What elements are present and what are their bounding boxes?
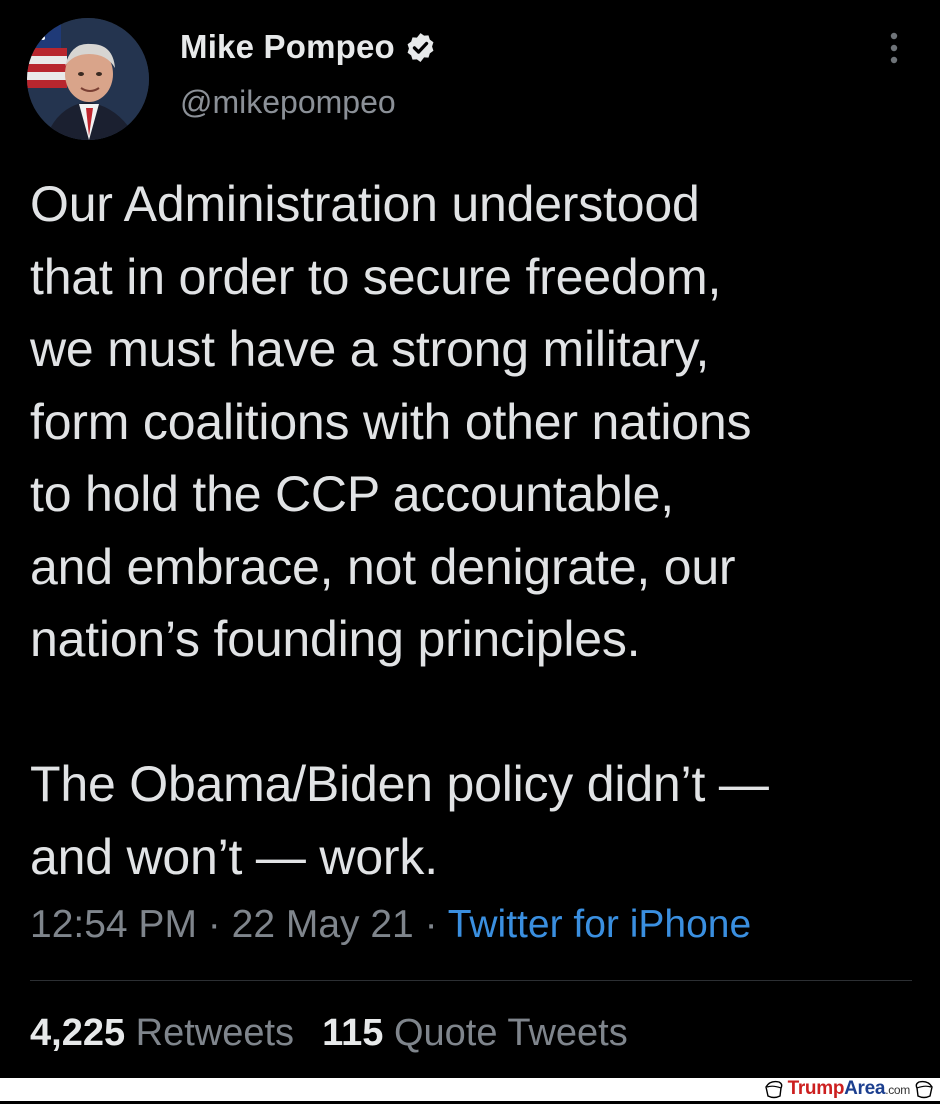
tweet-source-link[interactable]: Twitter for iPhone (448, 903, 751, 946)
tweet-date: 22 May 21 (231, 903, 414, 946)
trump-hair-icon (914, 1079, 934, 1099)
display-name[interactable]: Mike Pompeo (180, 28, 395, 66)
meta-separator: · (207, 903, 221, 946)
divider (30, 980, 912, 981)
meta-separator: · (424, 903, 438, 946)
watermark: TrumpArea.com (764, 1077, 934, 1101)
tweet-stats: 4,225 Retweets 115 Quote Tweets (30, 1012, 628, 1055)
tweet-time: 12:54 PM (30, 903, 197, 946)
tweet-text: Our Administration understood that in or… (30, 176, 769, 885)
watermark-domain: .com (885, 1083, 910, 1097)
retweets-label: Retweets (135, 1012, 295, 1054)
verified-badge-icon (404, 31, 437, 64)
tweet-meta: 12:54 PM · 22 May 21 · Twitter for iPhon… (30, 903, 751, 947)
more-options-icon[interactable] (884, 30, 904, 66)
trump-hair-icon (764, 1079, 784, 1099)
watermark-text: TrumpArea.com (787, 1078, 911, 1100)
author-name-row[interactable]: Mike Pompeo (180, 24, 437, 70)
retweets-stat[interactable]: 4,225 Retweets (30, 1012, 294, 1054)
retweets-count: 4,225 (30, 1012, 126, 1054)
tweet-card: Mike Pompeo @mikepompeo Our Administrati… (0, 0, 940, 1078)
quote-tweets-stat[interactable]: 115 Quote Tweets (322, 1012, 628, 1054)
watermark-brand-red: Trump (787, 1078, 845, 1099)
quote-tweets-count: 115 (322, 1012, 384, 1054)
quote-tweets-label: Quote Tweets (393, 1012, 628, 1054)
watermark-brand-blue: Area (844, 1078, 886, 1099)
avatar-photo (27, 18, 149, 140)
author-handle[interactable]: @mikepompeo (180, 84, 396, 121)
avatar[interactable] (27, 18, 149, 140)
